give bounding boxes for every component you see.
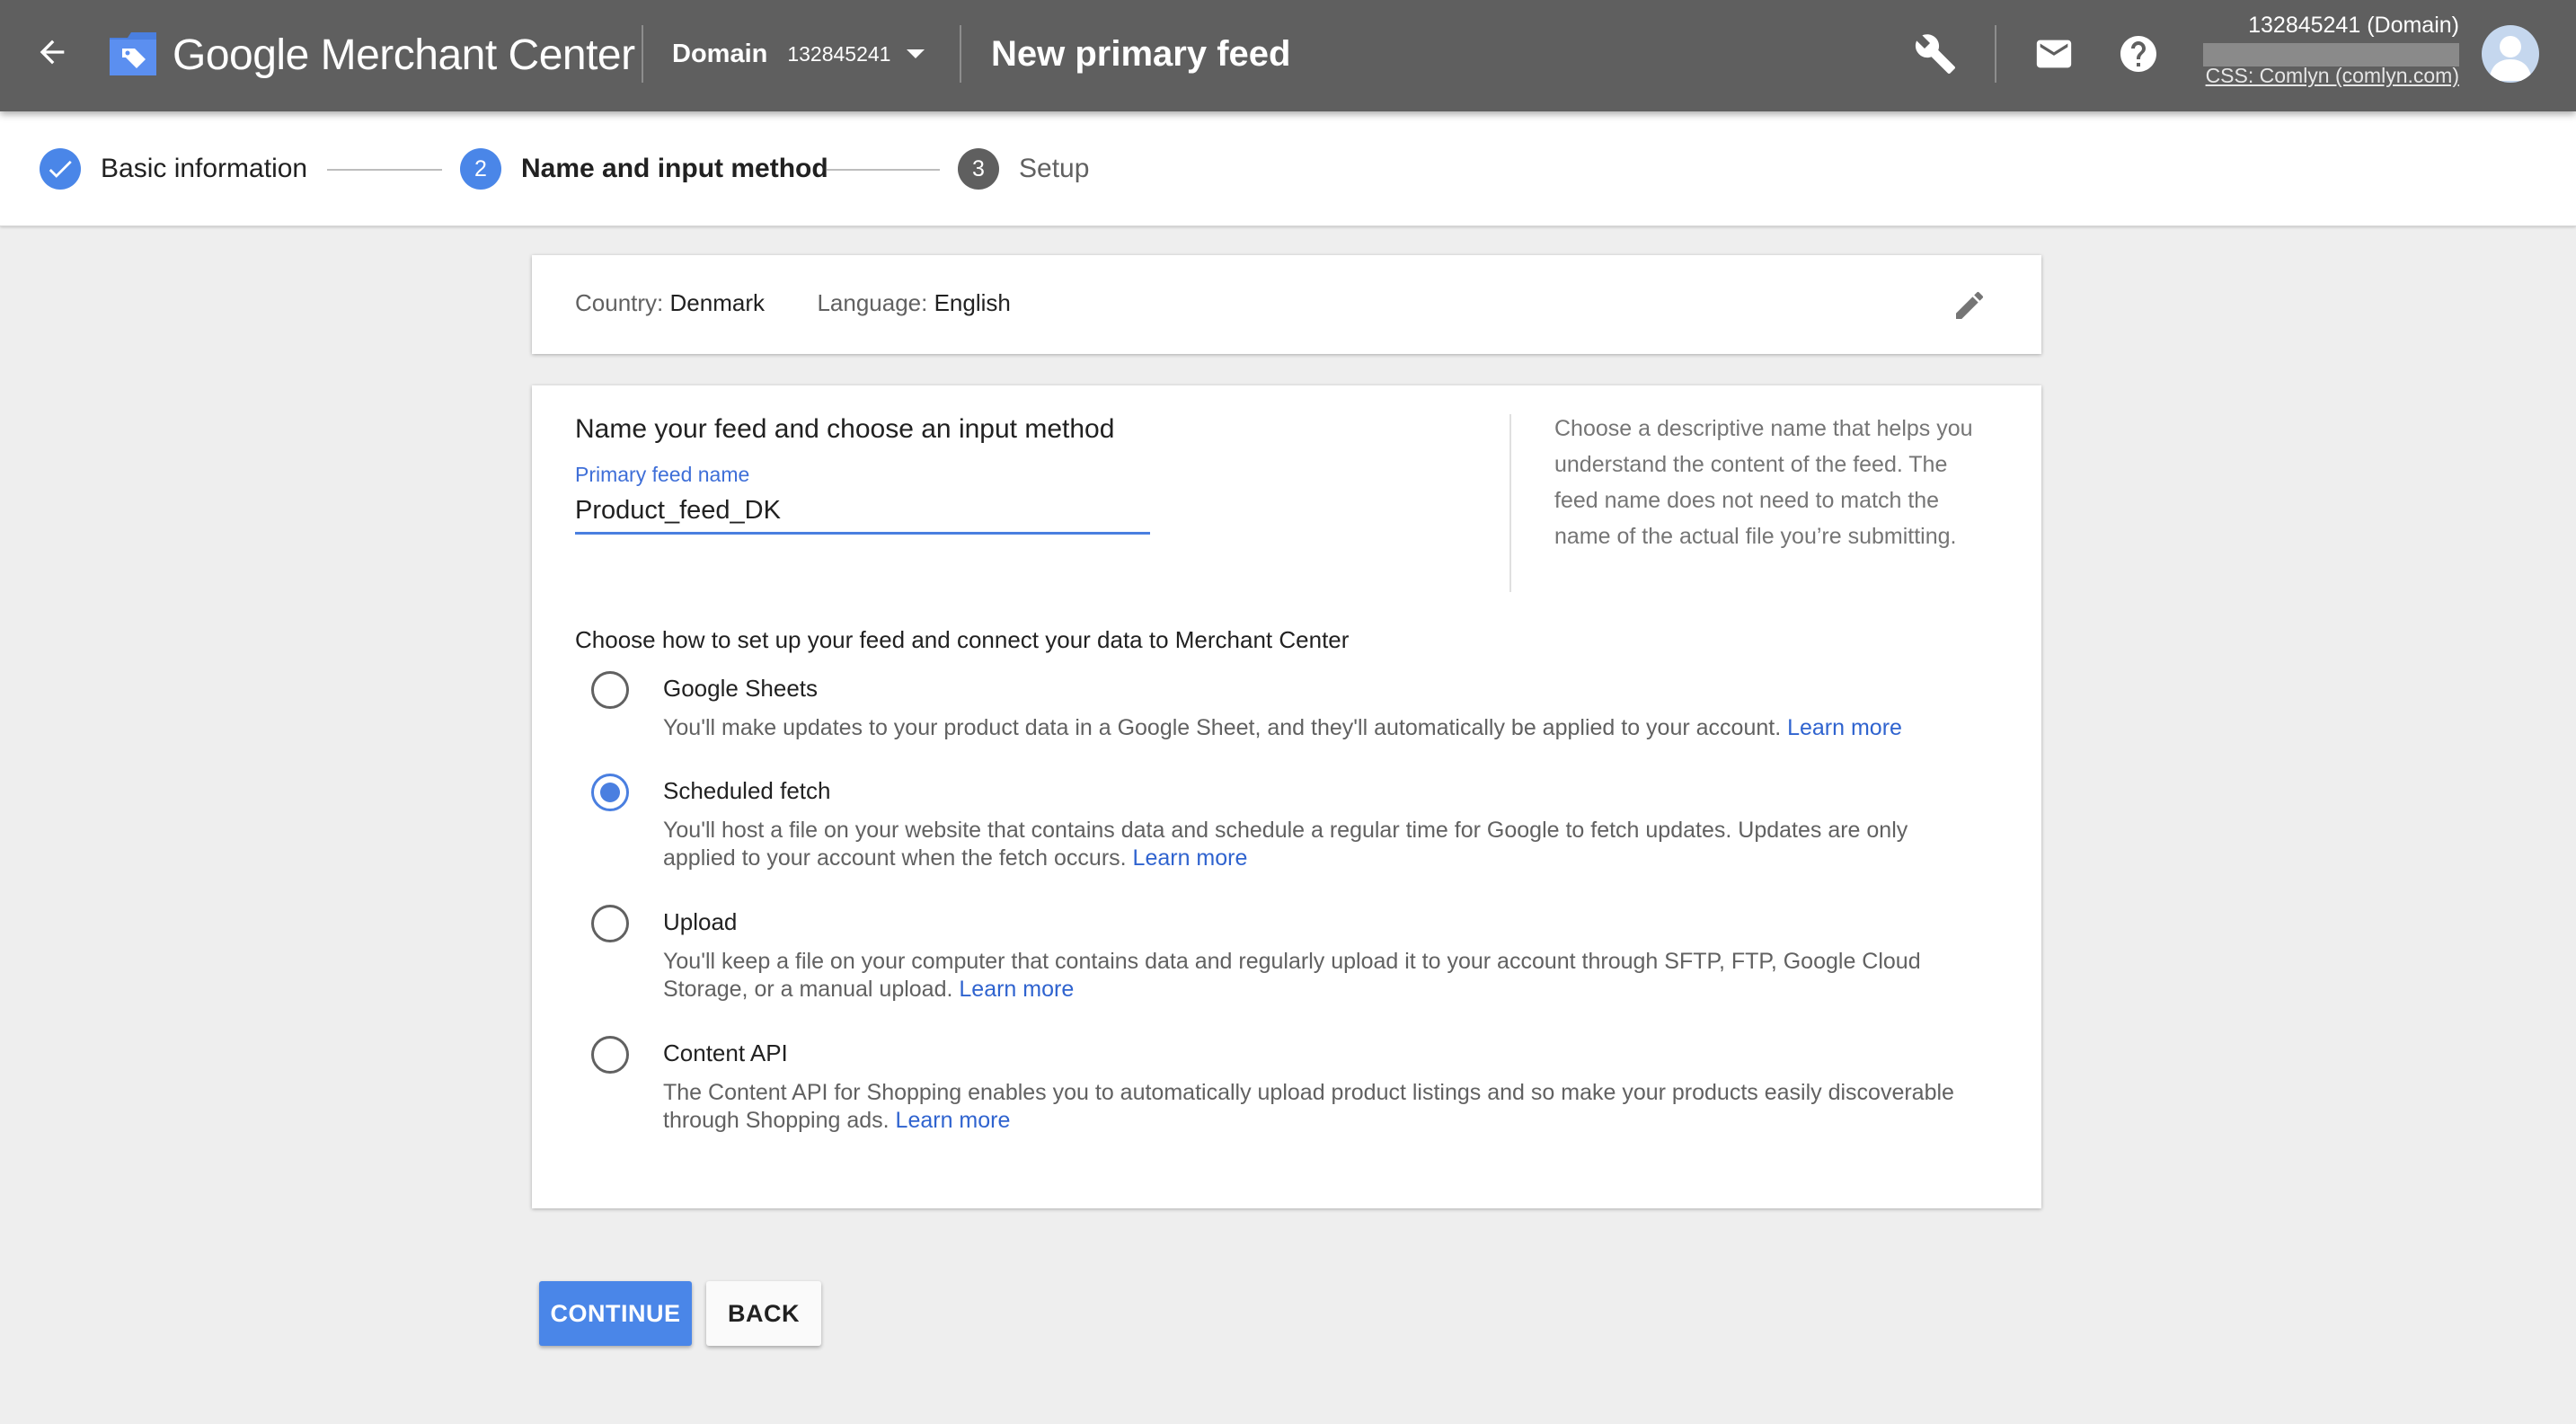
input-method-title: Choose how to set up your feed and conne… [575, 626, 1350, 653]
check-icon [40, 148, 81, 190]
feed-name-input[interactable] [575, 490, 1150, 535]
page-title: New primary feed [991, 34, 1291, 74]
country-key: Country: [575, 289, 664, 316]
learn-more-link[interactable]: Learn more [959, 977, 1074, 1002]
account-type: Domain [672, 39, 768, 68]
section-title: Name your feed and choose an input metho… [575, 414, 1115, 444]
step-name-and-input-method: 2 Name and input method [460, 147, 828, 190]
avatar-icon[interactable] [2482, 25, 2539, 83]
learn-more-link[interactable]: Learn more [1787, 715, 1902, 740]
option-description-text: You'll make updates to your product data… [663, 715, 1782, 740]
mail-icon[interactable] [2027, 27, 2081, 81]
step-setup: 3 Setup [958, 147, 1089, 190]
arrow-left-icon[interactable] [27, 27, 77, 77]
chevron-down-icon [907, 49, 925, 58]
radio-upload[interactable] [591, 905, 629, 942]
progress-stepper: Basic information 2 Name and input metho… [0, 111, 2576, 226]
radio-scheduled-fetch[interactable] [591, 774, 629, 811]
option-label[interactable]: Upload [663, 908, 737, 936]
step-number: 2 [460, 148, 501, 190]
product-name: Google Merchant Center [173, 31, 635, 79]
app-bar: Google Merchant Center Domain 132845241 … [0, 0, 2576, 111]
radio-content-api[interactable] [591, 1036, 629, 1074]
css-link[interactable]: CSS: Comlyn (comlyn.com) [2203, 62, 2459, 89]
pencil-icon[interactable] [1950, 286, 1989, 325]
step-connector [827, 169, 940, 171]
option-label[interactable]: Google Sheets [663, 675, 818, 703]
option-description: The Content API for Shopping enables you… [663, 1079, 1984, 1135]
option-description: You'll host a file on your website that … [663, 817, 1984, 872]
option-description-text: You'll keep a file on your computer that… [663, 949, 1921, 1002]
learn-more-link[interactable]: Learn more [1133, 845, 1248, 871]
wrench-icon[interactable] [1908, 27, 1962, 81]
option-description: You'll keep a file on your computer that… [663, 948, 1984, 1004]
header-divider [1995, 25, 1996, 83]
country-value: Denmark [669, 289, 765, 316]
radio-google-sheets[interactable] [591, 671, 629, 709]
language-key: Language: [817, 289, 928, 316]
target-summary: Country: Denmark Language: English [575, 289, 1011, 317]
step-connector [327, 169, 442, 171]
option-label[interactable]: Content API [663, 1039, 788, 1067]
continue-button[interactable]: CONTINUE [539, 1281, 692, 1346]
language-value: English [934, 289, 1011, 316]
option-description-text: The Content API for Shopping enables you… [663, 1080, 1954, 1133]
account-info: 132845241 (Domain) CSS: Comlyn (comlyn.c… [2203, 9, 2459, 89]
summary-card: Country: Denmark Language: English [532, 255, 2041, 354]
help-icon[interactable] [2111, 27, 2165, 81]
option-description: You'll make updates to your product data… [663, 714, 1984, 742]
step-number: 3 [958, 148, 999, 190]
help-divider [1509, 414, 1511, 592]
step-label: Setup [1019, 154, 1090, 183]
feed-name-label: Primary feed name [575, 463, 750, 486]
feed-setup-card: Name your feed and choose an input metho… [532, 385, 2041, 1208]
merchant-center-logo-icon [106, 27, 160, 81]
account-line: 132845241 (Domain) [2248, 13, 2459, 38]
learn-more-link[interactable]: Learn more [896, 1108, 1011, 1133]
account-switcher[interactable]: Domain 132845241 [672, 32, 925, 75]
account-id: 132845241 [787, 41, 891, 66]
option-description-text: You'll host a file on your website that … [663, 818, 1908, 871]
step-label: Basic information [101, 154, 308, 183]
back-button[interactable]: BACK [706, 1281, 821, 1346]
step-label: Name and input method [521, 154, 828, 183]
header-divider [960, 25, 961, 83]
step-basic-information[interactable]: Basic information [40, 147, 307, 190]
header-divider [642, 25, 643, 83]
help-text: Choose a descriptive name that helps you… [1554, 416, 1973, 549]
option-label[interactable]: Scheduled fetch [663, 777, 830, 805]
